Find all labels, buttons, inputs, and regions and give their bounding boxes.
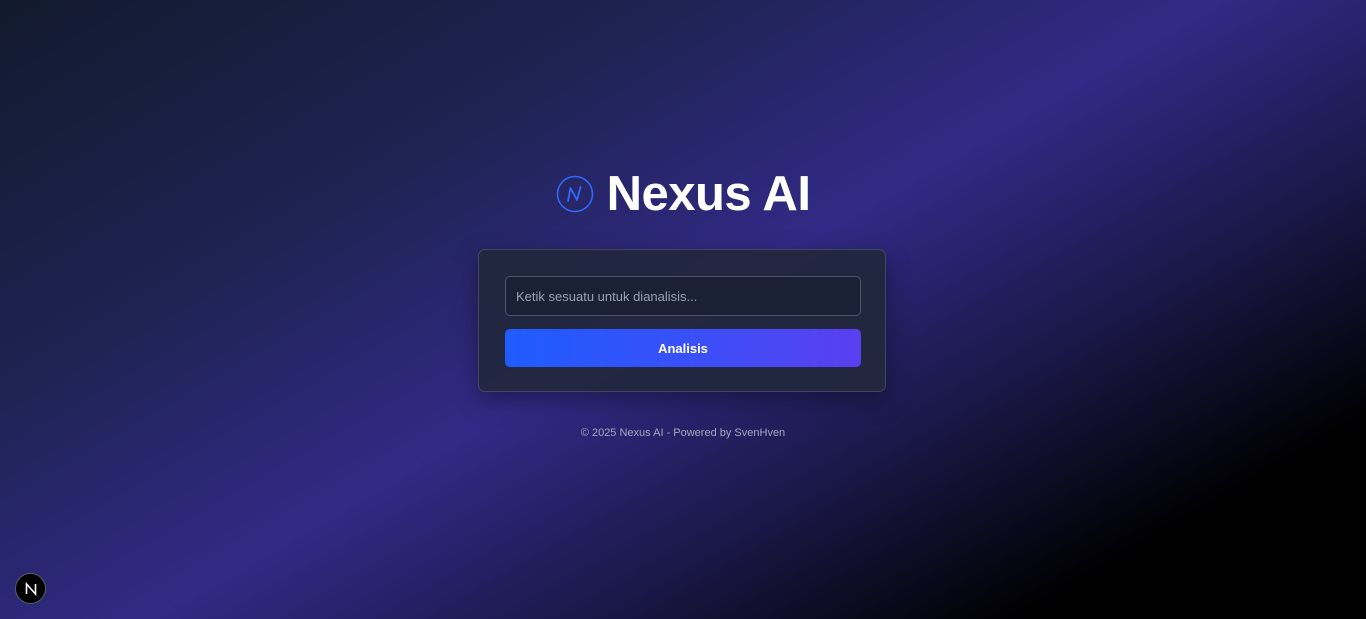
nexus-logo-icon bbox=[556, 175, 594, 213]
page-title: Nexus AI bbox=[606, 167, 811, 221]
analysis-input[interactable] bbox=[505, 276, 861, 316]
brand-header: Nexus AI bbox=[0, 165, 1366, 223]
footer-text: © 2025 Nexus AI - Powered by SvenHven bbox=[580, 427, 786, 439]
analyze-button[interactable]: Analisis bbox=[505, 329, 861, 367]
analysis-card: Analisis bbox=[478, 249, 886, 392]
nextjs-dev-badge[interactable] bbox=[15, 573, 46, 604]
nextjs-n-icon bbox=[24, 581, 38, 596]
